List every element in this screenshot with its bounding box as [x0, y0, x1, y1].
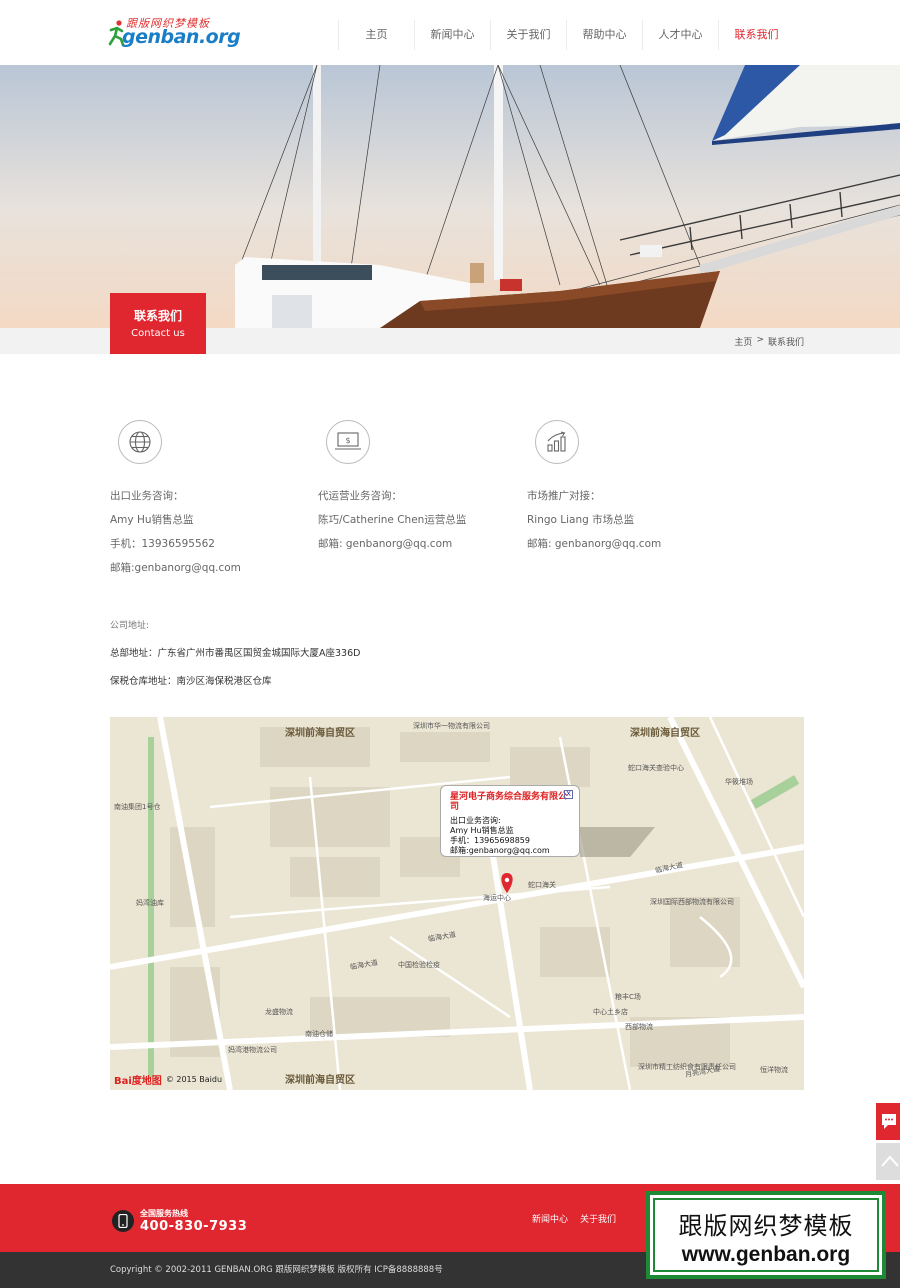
- popup-line: 出口业务咨询:: [450, 816, 501, 825]
- chat-bubble-icon: [882, 1114, 896, 1129]
- warehouse-address: 保税仓库地址：南沙区海保税港区仓库: [110, 676, 272, 687]
- watermark: 跟版网织梦模板 www.genban.org: [646, 1191, 886, 1279]
- hotline-number: 400-830-7933: [140, 1219, 248, 1234]
- breadcrumb-current[interactable]: 联系我们: [768, 335, 804, 348]
- map-poi: 龙盛物流: [265, 1008, 293, 1016]
- map-poi: 南油集团1号仓: [114, 803, 161, 811]
- map-info-popup: X 星河电子商务综合服务有限公司 出口业务咨询: Amy Hu销售总监 手机：1…: [440, 785, 580, 857]
- map-copyright: Bai度地图 © 2015 Baidu: [114, 1072, 222, 1087]
- map-poi: 深圳国际西部物流有限公司: [650, 898, 734, 906]
- footer-link-about[interactable]: 关于我们: [580, 1212, 616, 1225]
- baidu-map-logo[interactable]: Bai度地图: [114, 1072, 162, 1087]
- baidu-map[interactable]: 深圳前海自贸区 深圳前海自贸区 深圳前海自贸区 深圳市华一物流有限公司 蛇口海关…: [110, 717, 804, 1090]
- main-nav: 主页 新闻中心 关于我们 帮助中心 人才中心 联系我们: [338, 20, 794, 50]
- contact-column-marketing: 市场推广对接： Ringo Liang 市场总监 邮箱: genbanorg@q…: [527, 420, 717, 556]
- hq-address: 总部地址：广东省广州市番禺区国贸金城国际大厦A座336D: [110, 648, 361, 659]
- contact-heading: 市场推广对接：: [527, 490, 601, 502]
- chevron-up-icon: [881, 1155, 899, 1167]
- section-title-tag: 联系我们 Contact us: [110, 293, 206, 354]
- map-poi: 海运中心: [483, 894, 511, 902]
- nav-contact[interactable]: 联系我们: [718, 20, 794, 50]
- map-poi: 粮丰C场: [615, 993, 641, 1001]
- nav-careers[interactable]: 人才中心: [642, 20, 718, 50]
- copyright-text: Copyright © 2002-2011 GENBAN.ORG 跟版网织梦模板…: [110, 1265, 443, 1275]
- company-address: 公司地址: 总部地址：广东省广州市番禺区国贸金城国际大厦A座336D 保税仓库地…: [110, 618, 360, 687]
- popup-line: 邮箱:genbanorg@qq.com: [450, 846, 550, 855]
- mobile-phone-icon: [112, 1210, 134, 1232]
- map-copyright-text: © 2015 Baidu: [165, 1075, 223, 1084]
- footer-links: 新闻中心 关于我们: [532, 1212, 616, 1225]
- contact-column-operations: $ 代运营业务咨询： 陈巧/Catherine Chen运营总监 邮箱: gen…: [318, 420, 508, 556]
- breadcrumb-separator: >: [756, 335, 764, 345]
- svg-text:$: $: [345, 436, 350, 445]
- contact-column-export: 出口业务咨询： Amy Hu销售总监 手机：13936595562 邮箱:gen…: [110, 420, 300, 580]
- map-poi: 深圳市华一物流有限公司: [413, 722, 490, 730]
- nav-news[interactable]: 新闻中心: [414, 20, 490, 50]
- service-hotline: 全国服务热线 400-830-7933: [112, 1208, 247, 1234]
- contact-person: Ringo Liang 市场总监: [527, 514, 635, 526]
- popup-title: 星河电子商务综合服务有限公司: [450, 792, 568, 812]
- growth-chart-icon: [535, 420, 579, 464]
- globe-icon: [118, 420, 162, 464]
- map-zone-label: 深圳前海自贸区: [630, 728, 700, 739]
- contact-phone: 手机：13936595562: [110, 538, 215, 550]
- nav-about[interactable]: 关于我们: [490, 20, 566, 50]
- contact-heading: 出口业务咨询：: [110, 490, 184, 502]
- map-poi: 华筱堆场: [725, 778, 753, 786]
- map-poi: 妈湾港物流公司: [228, 1046, 277, 1054]
- map-poi: 中心土乡店: [593, 1008, 628, 1016]
- address-label: 公司地址:: [110, 621, 150, 631]
- map-poi: 中国检验检疫: [398, 961, 440, 969]
- map-zone-label: 深圳前海自贸区: [285, 728, 355, 739]
- contact-email[interactable]: 邮箱: genbanorg@qq.com: [527, 532, 717, 556]
- contact-person: Amy Hu销售总监: [110, 514, 194, 526]
- footer-link-news[interactable]: 新闻中心: [532, 1212, 568, 1225]
- contact-heading: 代运营业务咨询：: [318, 490, 402, 502]
- nav-help[interactable]: 帮助中心: [566, 20, 642, 50]
- popup-line: 手机：13965698859: [450, 836, 530, 845]
- section-title: 联系我们: [133, 309, 182, 323]
- site-header: 跟版网织梦模板 genban.org 主页 新闻中心 关于我们 帮助中心 人才中…: [0, 0, 900, 65]
- hero-banner-image: [0, 65, 900, 328]
- contact-person: 陈巧/Catherine Chen运营总监: [318, 514, 467, 526]
- map-zone-label: 深圳前海自贸区: [285, 1075, 355, 1086]
- watermark-url: www.genban.org: [681, 1243, 851, 1266]
- chat-button[interactable]: [876, 1103, 900, 1140]
- close-icon[interactable]: X: [564, 790, 573, 799]
- map-poi: 蛇口海关查验中心: [628, 764, 684, 772]
- map-poi: 南油仓储: [305, 1030, 333, 1038]
- map-poi: 妈湾油库: [136, 899, 164, 907]
- watermark-title: 跟版网织梦模板: [678, 1212, 854, 1240]
- map-poi: 恒洋物流: [760, 1066, 788, 1074]
- hotline-label: 全国服务热线: [140, 1209, 188, 1218]
- back-to-top-button[interactable]: [876, 1143, 900, 1180]
- popup-line: Amy Hu销售总监: [450, 826, 514, 835]
- contact-email[interactable]: 邮箱: genbanorg@qq.com: [318, 532, 508, 556]
- nav-home[interactable]: 主页: [338, 20, 414, 50]
- map-poi: 西部物流: [625, 1023, 653, 1031]
- contact-email[interactable]: 邮箱:genbanorg@qq.com: [110, 556, 300, 580]
- section-subtitle: Contact us: [131, 328, 185, 339]
- logo-wordmark: genban.org: [122, 26, 241, 48]
- breadcrumb-home[interactable]: 主页: [734, 335, 752, 348]
- map-poi: 蛇口海关: [528, 881, 556, 889]
- site-logo[interactable]: 跟版网织梦模板 genban.org: [108, 14, 241, 50]
- breadcrumb: 主页 > 联系我们: [734, 335, 804, 348]
- dollar-screen-icon: $: [326, 420, 370, 464]
